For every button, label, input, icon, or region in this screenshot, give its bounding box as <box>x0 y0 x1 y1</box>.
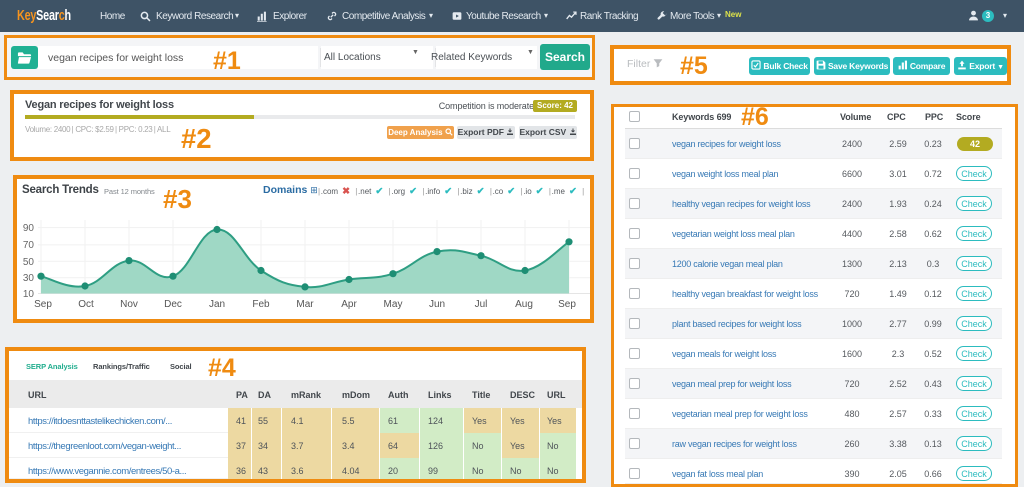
svg-text:Jun: Jun <box>429 299 445 310</box>
svg-text:50: 50 <box>23 257 35 268</box>
svg-text:Sep: Sep <box>558 299 576 310</box>
svg-text:Feb: Feb <box>252 299 270 310</box>
svg-text:Sep: Sep <box>34 299 52 310</box>
svg-text:70: 70 <box>23 240 35 251</box>
svg-text:30: 30 <box>23 273 35 284</box>
svg-text:90: 90 <box>23 223 35 234</box>
svg-text:Apr: Apr <box>341 299 357 310</box>
svg-text:10: 10 <box>23 289 35 300</box>
svg-text:Mar: Mar <box>296 299 314 310</box>
svg-text:Jan: Jan <box>209 299 225 310</box>
svg-text:Oct: Oct <box>78 299 94 310</box>
svg-text:Nov: Nov <box>120 299 138 310</box>
svg-text:Dec: Dec <box>164 299 182 310</box>
svg-text:Jul: Jul <box>475 299 488 310</box>
svg-text:May: May <box>384 299 403 310</box>
svg-text:Aug: Aug <box>515 299 533 310</box>
